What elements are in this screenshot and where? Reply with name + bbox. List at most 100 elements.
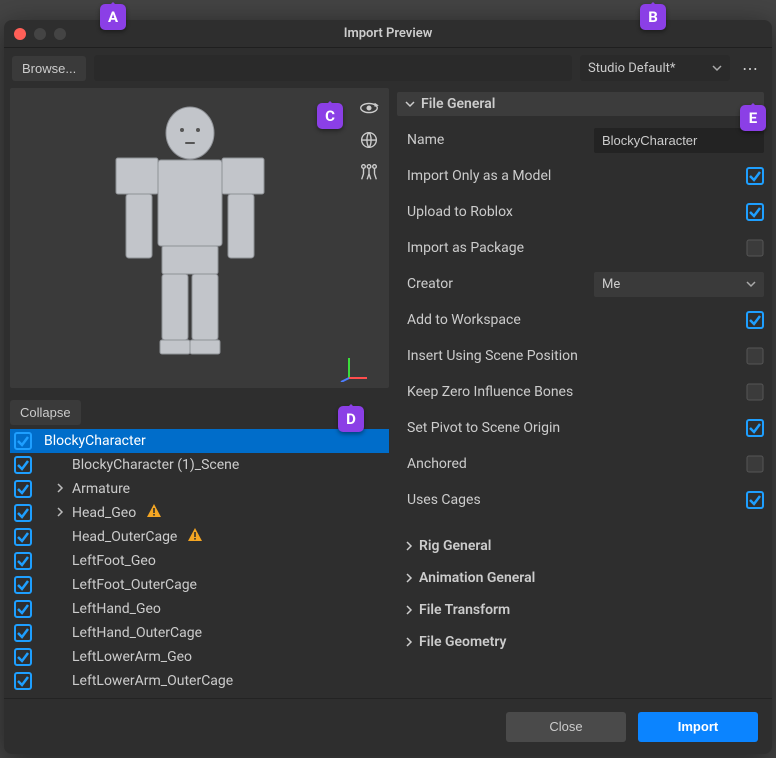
globe-icon[interactable]: [357, 128, 381, 152]
chevron-right-icon: [405, 573, 413, 583]
footer: Close Import: [4, 698, 772, 754]
prop-insert-scene-check[interactable]: [746, 347, 764, 365]
tree-check[interactable]: [14, 480, 32, 498]
rig-icon[interactable]: [357, 160, 381, 184]
prop-creator-label: Creator: [407, 276, 586, 292]
prop-import-only-label: Import Only as a Model: [407, 168, 738, 184]
prop-import-only-check[interactable]: [746, 167, 764, 185]
tree-label: BlockyCharacter: [44, 433, 146, 449]
chevron-right-icon[interactable]: [54, 507, 66, 520]
tree-label: LeftFoot_OuterCage: [72, 577, 197, 593]
more-button[interactable]: ⋯: [738, 55, 764, 81]
prop-upload-check[interactable]: [746, 203, 764, 221]
import-button[interactable]: Import: [638, 712, 758, 742]
prop-creator-select[interactable]: Me: [594, 272, 764, 297]
section-label: File Transform: [419, 602, 510, 618]
tree-check[interactable]: [14, 528, 32, 546]
tree-row[interactable]: LeftLowerArm_Geo: [10, 645, 389, 669]
close-button[interactable]: Close: [506, 712, 626, 742]
tree-check[interactable]: [14, 504, 32, 522]
prop-as-package-label: Import as Package: [407, 240, 738, 256]
preset-dropdown[interactable]: Studio Default*: [580, 55, 730, 81]
section-label: Rig General: [419, 538, 491, 554]
browse-button[interactable]: Browse...: [12, 56, 86, 81]
tree-check[interactable]: [14, 672, 32, 690]
tree-check[interactable]: [14, 432, 32, 450]
prop-insert-scene-label: Insert Using Scene Position: [407, 348, 738, 364]
warning-icon: [146, 503, 162, 523]
collapse-button[interactable]: Collapse: [10, 400, 81, 425]
tree-row[interactable]: Head_OuterCage: [10, 525, 389, 549]
prop-uses-cages-check[interactable]: [746, 491, 764, 509]
tree-label: Head_Geo: [72, 505, 136, 521]
tree-check[interactable]: [14, 552, 32, 570]
axis-gizmo: [339, 352, 369, 382]
tree-label: LeftHand_OuterCage: [72, 625, 202, 641]
prop-name-label: Name: [407, 132, 586, 148]
prop-as-package-check[interactable]: [746, 239, 764, 257]
tree-row[interactable]: BlockyCharacter: [10, 429, 389, 453]
callout-a: A: [100, 4, 126, 30]
chevron-right-icon: [405, 605, 413, 615]
prop-set-pivot-label: Set Pivot to Scene Origin: [407, 420, 738, 436]
creator-value: Me: [602, 277, 620, 292]
prop-addws-check[interactable]: [746, 311, 764, 329]
prop-set-pivot-check[interactable]: [746, 419, 764, 437]
preset-label: Studio Default*: [588, 61, 675, 76]
orbit-icon[interactable]: [357, 96, 381, 120]
tree-label: LeftFoot_Geo: [72, 553, 156, 569]
tree-row[interactable]: LeftFoot_Geo: [10, 549, 389, 573]
prop-upload-label: Upload to Roblox: [407, 204, 738, 220]
tree-row[interactable]: LeftLowerArm_OuterCage: [10, 669, 389, 693]
callout-c: C: [317, 103, 343, 129]
tree-check[interactable]: [14, 576, 32, 594]
chevron-down-icon: [712, 63, 722, 73]
tree-row[interactable]: LeftHand_OuterCage: [10, 621, 389, 645]
tree-row[interactable]: LeftHand_Geo: [10, 597, 389, 621]
file-path-field[interactable]: [94, 55, 572, 81]
chevron-right-icon[interactable]: [54, 483, 66, 496]
tree-row[interactable]: Armature: [10, 477, 389, 501]
hierarchy-tree[interactable]: BlockyCharacter BlockyCharacter (1)_Scene…: [10, 429, 389, 698]
toolbar: Browse... Studio Default* ⋯: [4, 48, 772, 88]
prop-keep-zero-label: Keep Zero Influence Bones: [407, 384, 738, 400]
prop-anchored-check[interactable]: [746, 455, 764, 473]
tree-label: Head_OuterCage: [72, 529, 177, 545]
section-label: File Geometry: [419, 634, 507, 650]
prop-anchored-label: Anchored: [407, 456, 738, 472]
section-label: Animation General: [419, 570, 535, 586]
section-file-geometry[interactable]: File Geometry: [397, 626, 764, 658]
tree-label: BlockyCharacter (1)_Scene: [72, 457, 239, 473]
prop-addws-label: Add to Workspace: [407, 312, 738, 328]
section-title: File General: [421, 96, 495, 112]
callout-e: E: [740, 105, 766, 131]
section-rig-general[interactable]: Rig General: [397, 530, 764, 562]
prop-uses-cages-label: Uses Cages: [407, 492, 738, 508]
tree-check[interactable]: [14, 600, 32, 618]
tree-row[interactable]: LeftFoot_OuterCage: [10, 573, 389, 597]
chevron-down-icon: [746, 279, 756, 289]
tree-label: Armature: [72, 481, 130, 497]
tree-label: LeftLowerArm_OuterCage: [72, 673, 233, 689]
character-preview: [80, 98, 300, 378]
prop-keep-zero-check[interactable]: [746, 383, 764, 401]
callout-b: B: [640, 4, 666, 30]
section-animation-general[interactable]: Animation General: [397, 562, 764, 594]
chevron-right-icon: [405, 541, 413, 551]
chevron-right-icon: [405, 637, 413, 647]
section-file-transform[interactable]: File Transform: [397, 594, 764, 626]
chevron-down-icon: [405, 99, 415, 109]
tree-check[interactable]: [14, 624, 32, 642]
preview-viewport[interactable]: [10, 88, 389, 388]
tree-check[interactable]: [14, 456, 32, 474]
prop-name-input[interactable]: [594, 128, 764, 153]
tree-label: LeftLowerArm_Geo: [72, 649, 192, 665]
section-file-general[interactable]: File General: [397, 92, 764, 116]
warning-icon: [187, 527, 203, 547]
callout-d: D: [338, 406, 364, 432]
properties-panel: File General Name Import Only as a Model…: [389, 88, 772, 698]
tree-label: LeftHand_Geo: [72, 601, 161, 617]
tree-row[interactable]: BlockyCharacter (1)_Scene: [10, 453, 389, 477]
tree-check[interactable]: [14, 648, 32, 666]
tree-row[interactable]: Head_Geo: [10, 501, 389, 525]
